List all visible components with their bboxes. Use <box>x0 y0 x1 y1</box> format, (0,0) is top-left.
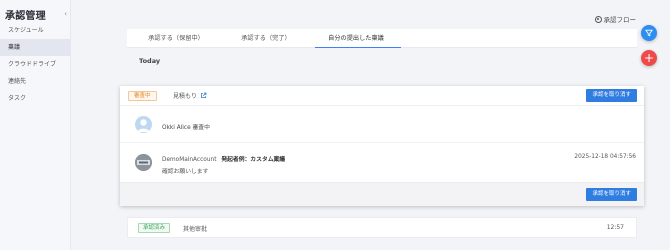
sidebar-header: 承認管理 ‹ <box>0 0 70 22</box>
chevron-left-icon[interactable]: ‹ <box>64 10 67 18</box>
sidebar-item-cloud-drive[interactable]: クラウドドライブ <box>0 56 70 73</box>
list-item[interactable]: 承認済み 其他审批 12:57 <box>127 217 637 238</box>
sidebar: 承認管理 ‹ スケジュール 稟議 クラウドドライブ 連絡先 タスク <box>0 0 71 250</box>
submission-timestamp: 2025-12-18 04:57:56 <box>574 154 636 160</box>
submission-line: DemoMainAccount 発起者例：カスタム稟議 <box>162 154 285 163</box>
list-item-title: 其他审批 <box>183 226 208 233</box>
list-item-time: 12:57 <box>606 224 624 231</box>
approval-flow-link[interactable]: 承認フロー <box>594 14 637 24</box>
main-content: 承認フロー 承認する（保留中） 承認する（完了） 自分の提出した稟議 + Tod… <box>71 0 670 250</box>
request-card-header: 審査中 見積もり 承認を取り消す <box>120 86 644 106</box>
submission-title: 発起者例：カスタム稟議 <box>221 157 286 163</box>
approval-tabs: 承認する（保留中） 承認する（完了） 自分の提出した稟議 <box>127 29 637 48</box>
avatar <box>135 116 152 133</box>
approval-flow-label: 承認フロー <box>603 16 637 24</box>
filter-button[interactable] <box>641 25 657 41</box>
user-avatar-icon <box>137 119 150 132</box>
date-group-label: Today <box>139 57 161 65</box>
tab-pending-approval[interactable]: 承認する（保留中） <box>131 29 221 47</box>
withdraw-approval-button-top[interactable]: 承認を取り消す <box>586 89 637 102</box>
filter-icon <box>645 29 653 37</box>
submission-message: 確認お願いします <box>162 169 209 175</box>
sidebar-title: 承認管理 <box>5 10 46 22</box>
sidebar-item-ringi[interactable]: 稟議 <box>0 39 70 56</box>
account-avatar-icon <box>135 154 152 171</box>
row-divider <box>120 142 644 143</box>
flow-settings-icon <box>594 15 602 23</box>
withdraw-approval-button-bottom[interactable]: 承認を取り消す <box>586 188 637 201</box>
approver-status: Okki Alice 審査中 <box>162 125 210 131</box>
submitter-account: DemoMainAccount <box>162 157 217 163</box>
plus-icon: + <box>643 51 655 65</box>
request-card: 審査中 見積もり 承認を取り消す Okki Alice 審査中 DemoMain… <box>120 86 644 206</box>
request-title: 見積もり <box>173 93 198 100</box>
account-avatar <box>135 154 152 171</box>
sidebar-item-contacts[interactable]: 連絡先 <box>0 73 70 90</box>
status-badge-approved: 承認済み <box>138 223 171 233</box>
sidebar-item-tasks[interactable]: タスク <box>0 90 70 107</box>
tab-my-submissions[interactable]: 自分の提出した稟議 <box>311 29 401 48</box>
external-link-icon <box>201 92 207 98</box>
status-badge-pending: 審査中 <box>128 91 157 101</box>
request-title-link[interactable]: 見積もり <box>173 91 207 100</box>
request-card-footer: 承認を取り消す <box>120 182 644 206</box>
tab-completed-approval[interactable]: 承認する（完了） <box>221 29 311 47</box>
sidebar-item-schedule[interactable]: スケジュール <box>0 22 70 39</box>
app-root: 承認管理 ‹ スケジュール 稟議 クラウドドライブ 連絡先 タスク 承認フロー … <box>0 0 670 250</box>
add-button[interactable]: + <box>641 50 657 66</box>
